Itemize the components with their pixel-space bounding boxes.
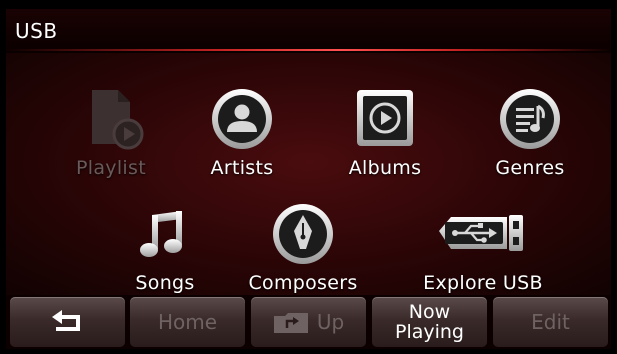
now-playing-line2: Playing	[394, 321, 464, 343]
folder-up-icon	[273, 310, 309, 334]
artist-icon	[209, 86, 275, 152]
home-button[interactable]: Home	[130, 297, 245, 347]
menu-item-label: Songs	[135, 272, 195, 294]
menu-item-label: Explore USB	[423, 272, 543, 294]
genre-icon	[497, 86, 563, 152]
music-note-icon	[132, 201, 198, 267]
menu-item-albums[interactable]: Albums	[320, 86, 450, 182]
usb-icon	[433, 201, 533, 267]
up-label: Up	[316, 310, 345, 334]
edit-label: Edit	[531, 310, 570, 334]
menu-item-label: Composers	[248, 272, 358, 294]
back-button[interactable]	[10, 297, 125, 347]
up-button[interactable]: Up	[251, 297, 366, 347]
menu-item-label: Albums	[348, 157, 422, 179]
pen-nib-icon	[270, 201, 336, 267]
playlist-icon	[78, 86, 144, 152]
back-arrow-icon	[50, 309, 86, 335]
menu-item-composers[interactable]: Composers	[238, 201, 368, 297]
home-label: Home	[157, 310, 218, 334]
menu-item-genres[interactable]: Genres	[465, 86, 595, 182]
menu-item-label: Playlist	[76, 157, 146, 179]
menu-item-explore-usb[interactable]: Explore USB	[408, 201, 558, 297]
now-playing-button[interactable]: Now Playing	[372, 297, 487, 347]
now-playing-line1: Now	[408, 301, 451, 323]
header-divider	[6, 49, 611, 51]
album-icon	[352, 86, 418, 152]
menu-item-artists[interactable]: Artists	[177, 86, 307, 182]
page-title: USB	[15, 19, 58, 43]
header-bar: USB	[6, 9, 611, 53]
menu-item-playlist[interactable]: Playlist	[46, 86, 176, 182]
softkey-bar: Home Up Now Playing Edit	[6, 295, 611, 349]
edit-button[interactable]: Edit	[493, 297, 608, 347]
menu-item-label: Genres	[495, 157, 565, 179]
menu-item-songs[interactable]: Songs	[100, 201, 230, 297]
menu-item-label: Artists	[210, 157, 274, 179]
usb-screen: USB Playlist Artists Albums Genres Songs…	[6, 9, 611, 349]
